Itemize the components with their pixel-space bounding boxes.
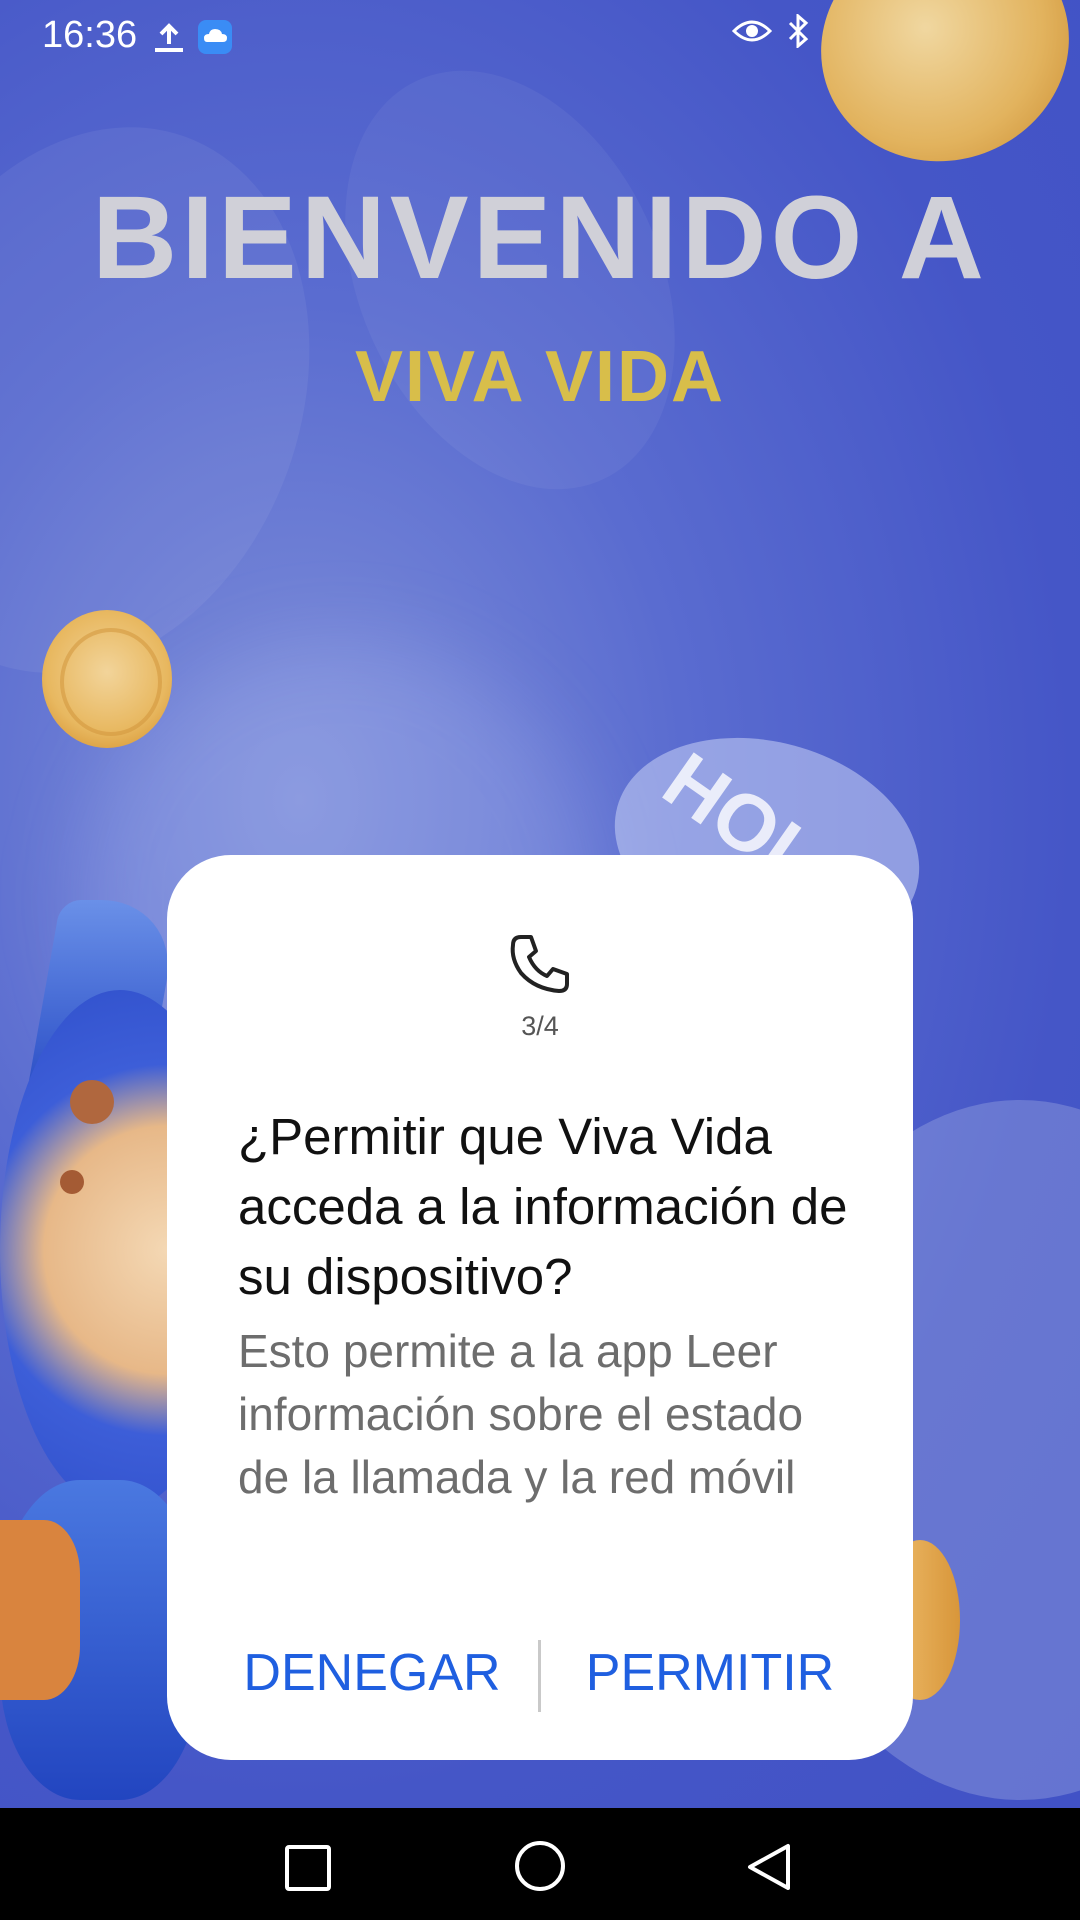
permission-description: Esto permite a la app Leer información s… xyxy=(238,1325,804,1503)
navigation-bar xyxy=(0,1808,1080,1920)
bluetooth-icon xyxy=(786,12,810,52)
app-screen: 16:36 80 xyxy=(0,0,1080,1808)
deny-button[interactable]: DENEGAR xyxy=(241,1643,503,1703)
coin-decoration xyxy=(788,0,1080,196)
welcome-title: BIENVENIDO A xyxy=(92,172,988,304)
home-icon[interactable] xyxy=(514,1840,566,1896)
eye-icon xyxy=(731,16,773,50)
upload-icon xyxy=(152,22,186,58)
allow-button[interactable]: PERMITIR xyxy=(579,1643,841,1703)
cloud-app-icon xyxy=(198,20,232,58)
app-name-title: VIVA VIDA xyxy=(354,337,726,417)
status-time: 16:36 xyxy=(42,14,138,56)
back-icon[interactable] xyxy=(744,1842,792,1896)
permission-question: ¿Permitir que Viva Vida acceda a la info… xyxy=(238,1108,848,1305)
coin-decoration xyxy=(42,610,172,748)
button-divider xyxy=(538,1640,541,1712)
recent-apps-icon[interactable] xyxy=(284,1844,332,1896)
permission-step-indicator: 3/4 xyxy=(521,1011,559,1041)
permission-dialog: 3/4 ¿Permitir que Viva Vida acceda a la … xyxy=(167,855,913,1760)
phone-icon xyxy=(507,931,573,997)
